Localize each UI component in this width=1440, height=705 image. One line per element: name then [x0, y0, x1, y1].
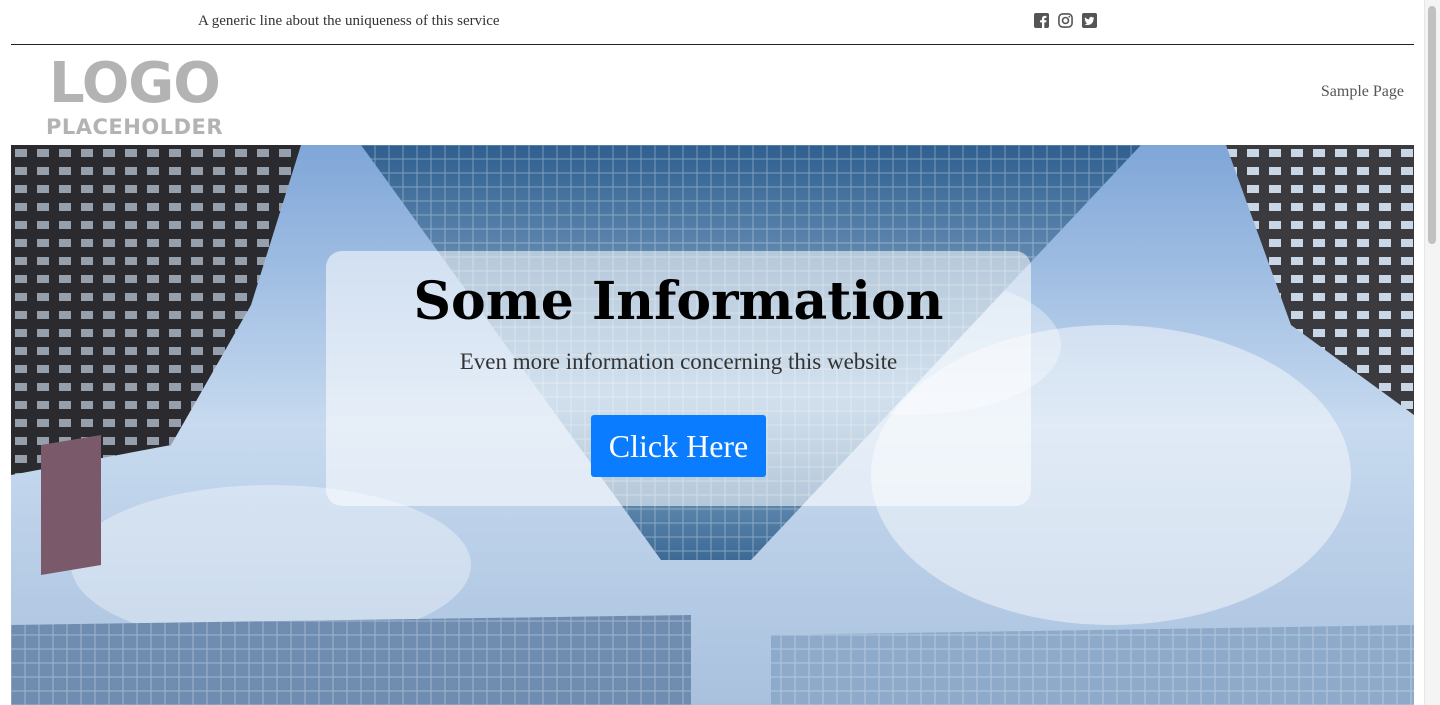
nav-sample-page[interactable]: Sample Page	[1321, 83, 1404, 101]
hero-subtitle: Even more information concerning this we…	[459, 349, 898, 374]
site-logo[interactable]: LOGO PLACEHOLDER	[46, 51, 224, 140]
top-bar: A generic line about the uniqueness of t…	[11, 0, 1414, 45]
social-links	[1034, 13, 1097, 28]
site-header: LOGO PLACEHOLDER Sample Page	[11, 45, 1414, 145]
instagram-icon[interactable]	[1058, 13, 1073, 28]
page-scrollbar[interactable]	[1424, 0, 1440, 705]
scrollbar-thumb[interactable]	[1428, 6, 1436, 244]
hero-card: Some Information Even more information c…	[326, 251, 1031, 506]
tagline: A generic line about the uniqueness of t…	[198, 13, 500, 29]
logo-text: LOGO	[49, 51, 221, 116]
hero-section: Some Information Even more information c…	[11, 145, 1414, 705]
facebook-icon[interactable]	[1034, 13, 1049, 28]
click-here-button[interactable]: Click Here	[591, 415, 766, 477]
hero-title: Some Information	[413, 271, 944, 332]
logo-subtext: PLACEHOLDER	[46, 115, 224, 139]
twitter-icon[interactable]	[1082, 13, 1097, 28]
